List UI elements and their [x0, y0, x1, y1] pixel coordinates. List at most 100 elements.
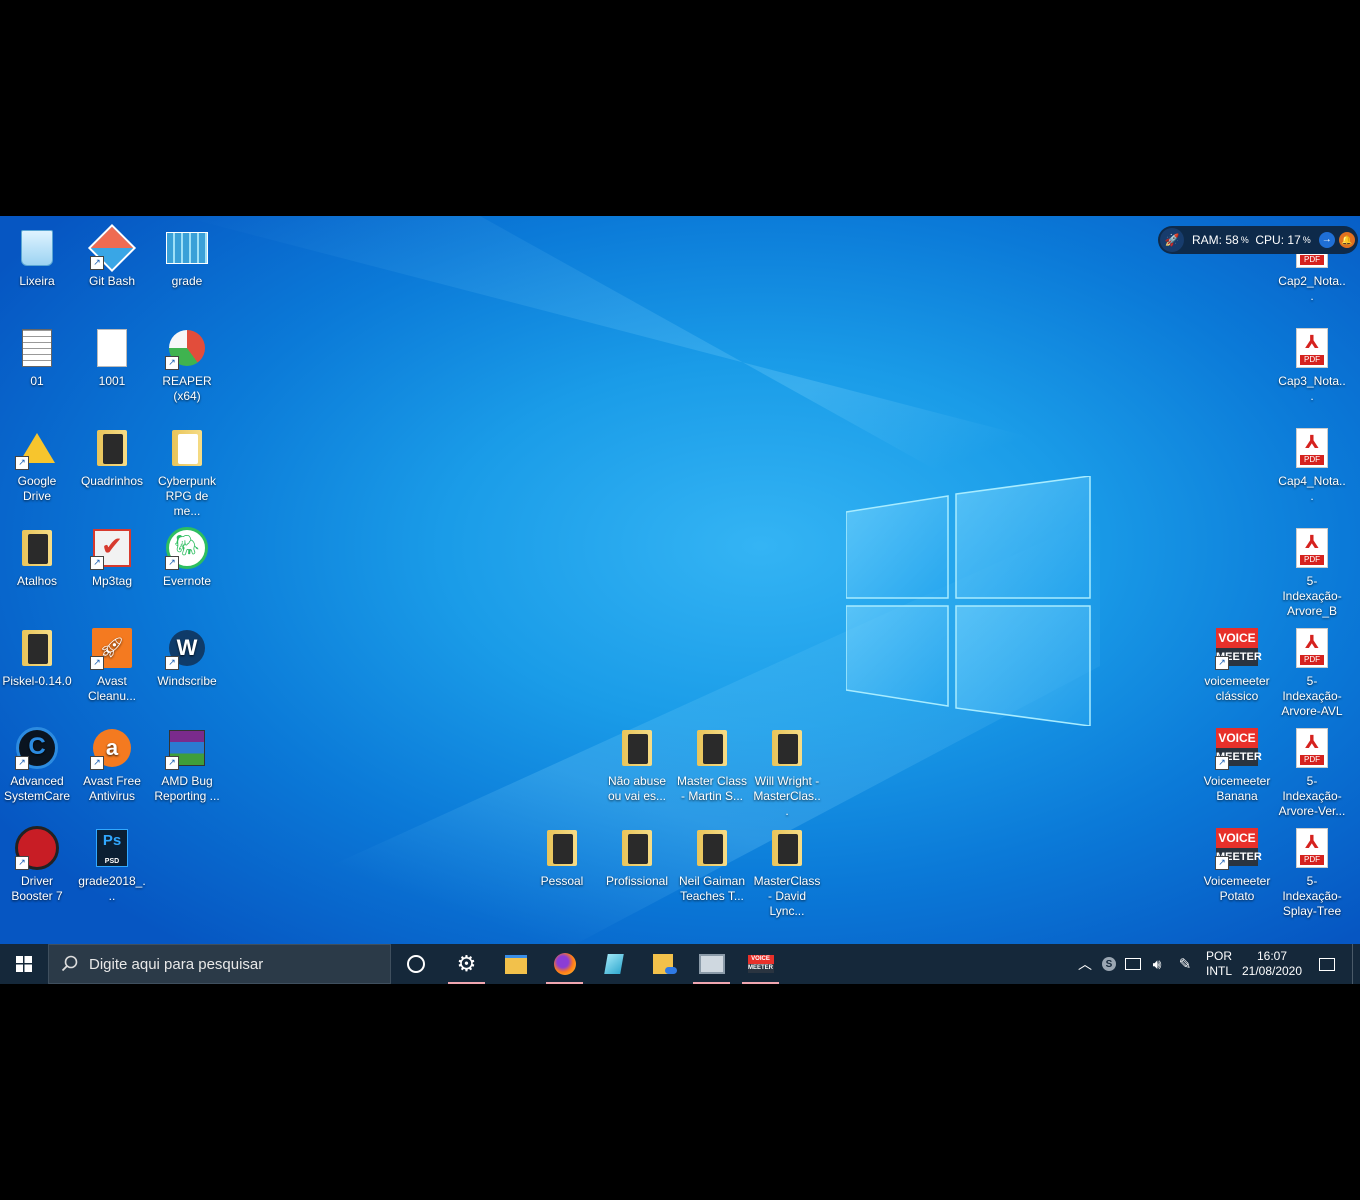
notification-icon [1319, 957, 1335, 971]
start-button[interactable] [0, 944, 48, 984]
show-desktop-button[interactable] [1352, 944, 1360, 984]
desktop-icon-voicemeeter[interactable]: VOICE MEETER ↗ Voicemeeter Potato [1201, 822, 1273, 904]
desktop-icon-pdf[interactable]: ⅄ PDF 5-Indexação-Arvore_B [1276, 522, 1348, 619]
chevron-up-icon: ︿ [1078, 956, 1092, 972]
shortcut-arrow-icon: ↗ [15, 456, 29, 470]
desktop-icon-mp3tag[interactable]: ✔ ↗ Mp3tag [76, 522, 148, 589]
desktop-icon-winrar[interactable]: ↗ AMD Bug Reporting ... [151, 722, 223, 804]
desktop-icon-pdf[interactable]: ⅄ PDF 5-Indexação-Arvore-Ver... [1276, 722, 1348, 819]
desktop-icon-folder[interactable]: Piskel-0.14.0 [1, 622, 73, 689]
desktop-icon-label: Voicemeeter Potato [1203, 874, 1271, 903]
desktop-icon-spreadsheet[interactable]: grade [151, 222, 223, 289]
taskbar-app-voicemeeter[interactable]: VOICE MEETER [740, 944, 781, 984]
desktop-icon-voicemeeter[interactable]: VOICE MEETER ↗ Voicemeeter Banana [1201, 722, 1273, 804]
desktop-icon-folder[interactable]: Master Class - Martin S... [676, 722, 748, 804]
desktop-icon-folder[interactable]: Quadrinhos [76, 422, 148, 489]
taskbar-app-remote-desktop[interactable] [691, 944, 732, 984]
pdf-icon: ⅄PDF [1290, 426, 1334, 470]
desktop-icon-folder[interactable]: Will Wright - MasterClas... [751, 722, 823, 819]
reaper-icon: ↗ [165, 326, 209, 370]
gear-icon: ⚙ [456, 951, 477, 976]
desktop-icon-folder[interactable]: Neil Gaiman Teaches T... [676, 822, 748, 904]
desktop-icon-folder[interactable]: Pessoal [526, 822, 598, 889]
desktop-icon-label: REAPER (x64) [162, 374, 212, 403]
desktop-icon-evernote[interactable]: 🐘︎ ↗ Evernote [151, 522, 223, 589]
desktop-icon-folder[interactable]: MasterClass - David Lync... [751, 822, 823, 919]
desktop-icon-folder-doc[interactable]: Cyberpunk RPG de me... [151, 422, 223, 519]
desktop-icon-label: Profissional [605, 874, 669, 888]
taskbar-app-settings[interactable]: ⚙ [446, 944, 487, 984]
taskbar-app-notepad[interactable] [593, 944, 634, 984]
desktop-icon-advanced-systemcare[interactable]: C ↗ Advanced SystemCare [1, 722, 73, 804]
voicemeeter-icon: VOICE MEETER [747, 955, 774, 973]
desktop-icon-pdf[interactable]: ⅄ PDF Cap4_Nota... [1276, 422, 1348, 504]
evernote-icon: 🐘︎ ↗ [165, 526, 209, 570]
folder-icon [15, 526, 59, 570]
taskbar-app-onedrive-folder[interactable] [642, 944, 683, 984]
desktop-icon-folder[interactable]: Não abuse ou vai es... [601, 722, 673, 804]
folder-icon [15, 626, 59, 670]
mp3tag-icon: ✔ ↗ [90, 526, 134, 570]
search-placeholder: Digite aqui para pesquisar [89, 955, 264, 973]
clock-time: 16:07 [1256, 949, 1288, 963]
search-box[interactable]: Digite aqui para pesquisar [48, 944, 391, 984]
shortcut-arrow-icon: ↗ [1215, 756, 1229, 770]
desktop-icon-table-doc[interactable]: 01 [1, 322, 73, 389]
tray-network[interactable] [1122, 944, 1144, 984]
pdf-icon: ⅄PDF [1290, 626, 1334, 670]
desktop-icon-pdf[interactable]: ⅄ PDF 5-Indexação-Arvore-AVL [1276, 622, 1348, 719]
desktop-icon-avast[interactable]: a ↗ Avast Free Antivirus [76, 722, 148, 804]
desktop-icon-pdf[interactable]: ⅄ PDF 5-Indexação-Splay-Tree [1276, 822, 1348, 919]
shortcut-arrow-icon: ↗ [1215, 856, 1229, 870]
cortana-circle-icon [407, 955, 425, 973]
desktop[interactable]: Lixeira ↗ Git Bash grade 01 1001 ↗ REAPER (x64)… [0, 216, 1360, 984]
desktop-icon-reaper[interactable]: ↗ REAPER (x64) [151, 322, 223, 404]
folder-doc-icon [165, 426, 209, 470]
input-language-indicator[interactable]: POR INTL [1202, 944, 1236, 984]
action-center-button[interactable] [1312, 944, 1342, 984]
show-hidden-icons-button[interactable]: ︿ [1075, 944, 1095, 984]
taskbar-app-firefox[interactable] [544, 944, 585, 984]
desktop-icon-label: Avast Free Antivirus [83, 774, 141, 803]
clock[interactable]: 16:07 21/08/2020 [1238, 944, 1306, 984]
desktop-icon-label: 5-Indexação-Arvore-AVL [1281, 674, 1343, 718]
notification-bell-icon[interactable]: 🔔 [1338, 232, 1355, 248]
spreadsheet-icon [165, 226, 209, 270]
pdf-icon: ⅄PDF [1290, 526, 1334, 570]
desktop-icon-git-bash[interactable]: ↗ Git Bash [76, 222, 148, 289]
desktop-icon-recycle-bin[interactable]: Lixeira [1, 222, 73, 289]
desktop-icon-label: voicemeeter clássico [1204, 674, 1270, 703]
desktop-icon-text-doc[interactable]: 1001 [76, 322, 148, 389]
speaker-icon: 🔊︎ [1152, 955, 1162, 972]
desktop-icon-label: 1001 [98, 374, 126, 388]
desktop-icon-folder[interactable]: Profissional [601, 822, 673, 889]
tray-skype[interactable]: S [1098, 944, 1120, 984]
desktop-icon-label: Evernote [162, 574, 212, 588]
tray-pen[interactable]: ✎ [1172, 944, 1198, 984]
desktop-icon-windscribe[interactable]: W ↗ Windscribe [151, 622, 223, 689]
folder-icon [615, 726, 659, 770]
desktop-icon-psd[interactable]: Ps PSD grade2018_... [76, 822, 148, 904]
folder-icon [615, 826, 659, 870]
cpu-label: CPU: [1255, 233, 1285, 247]
desktop-icon-pdf[interactable]: ⅄ PDF Cap3_Nota... [1276, 322, 1348, 404]
cortana-button[interactable] [396, 944, 436, 984]
desktop-icon-folder[interactable]: Atalhos [1, 522, 73, 589]
desktop-icon-avast-cleanup[interactable]: 🚀︎ ↗ Avast Cleanu... [76, 622, 148, 704]
onedrive-folder-icon [652, 954, 677, 974]
desktop-icon-label: Voicemeeter Banana [1203, 774, 1271, 803]
desktop-icon-label: Quadrinhos [80, 474, 144, 488]
tray-volume[interactable]: 🔊︎ [1146, 944, 1168, 984]
desktop-icon-label: Cap3_Nota... [1278, 374, 1346, 403]
arrow-right-icon[interactable]: → [1318, 232, 1335, 248]
folder-icon [765, 826, 809, 870]
desktop-icon-voicemeeter[interactable]: VOICE MEETER ↗ voicemeeter clássico [1201, 622, 1273, 704]
desktop-icon-driver-booster[interactable]: ↗ Driver Booster 7 [1, 822, 73, 904]
git-bash-icon: ↗ [87, 223, 137, 273]
google-drive-icon: ↗ [15, 426, 59, 470]
winrar-icon: ↗ [165, 726, 209, 770]
system-monitor-widget[interactable]: 🚀 RAM: 58% CPU: 17% → 🔔 [1158, 226, 1358, 254]
firefox-icon [553, 953, 576, 975]
desktop-icon-google-drive[interactable]: ↗ Google Drive [1, 422, 73, 504]
taskbar-app-file-explorer[interactable] [495, 944, 536, 984]
